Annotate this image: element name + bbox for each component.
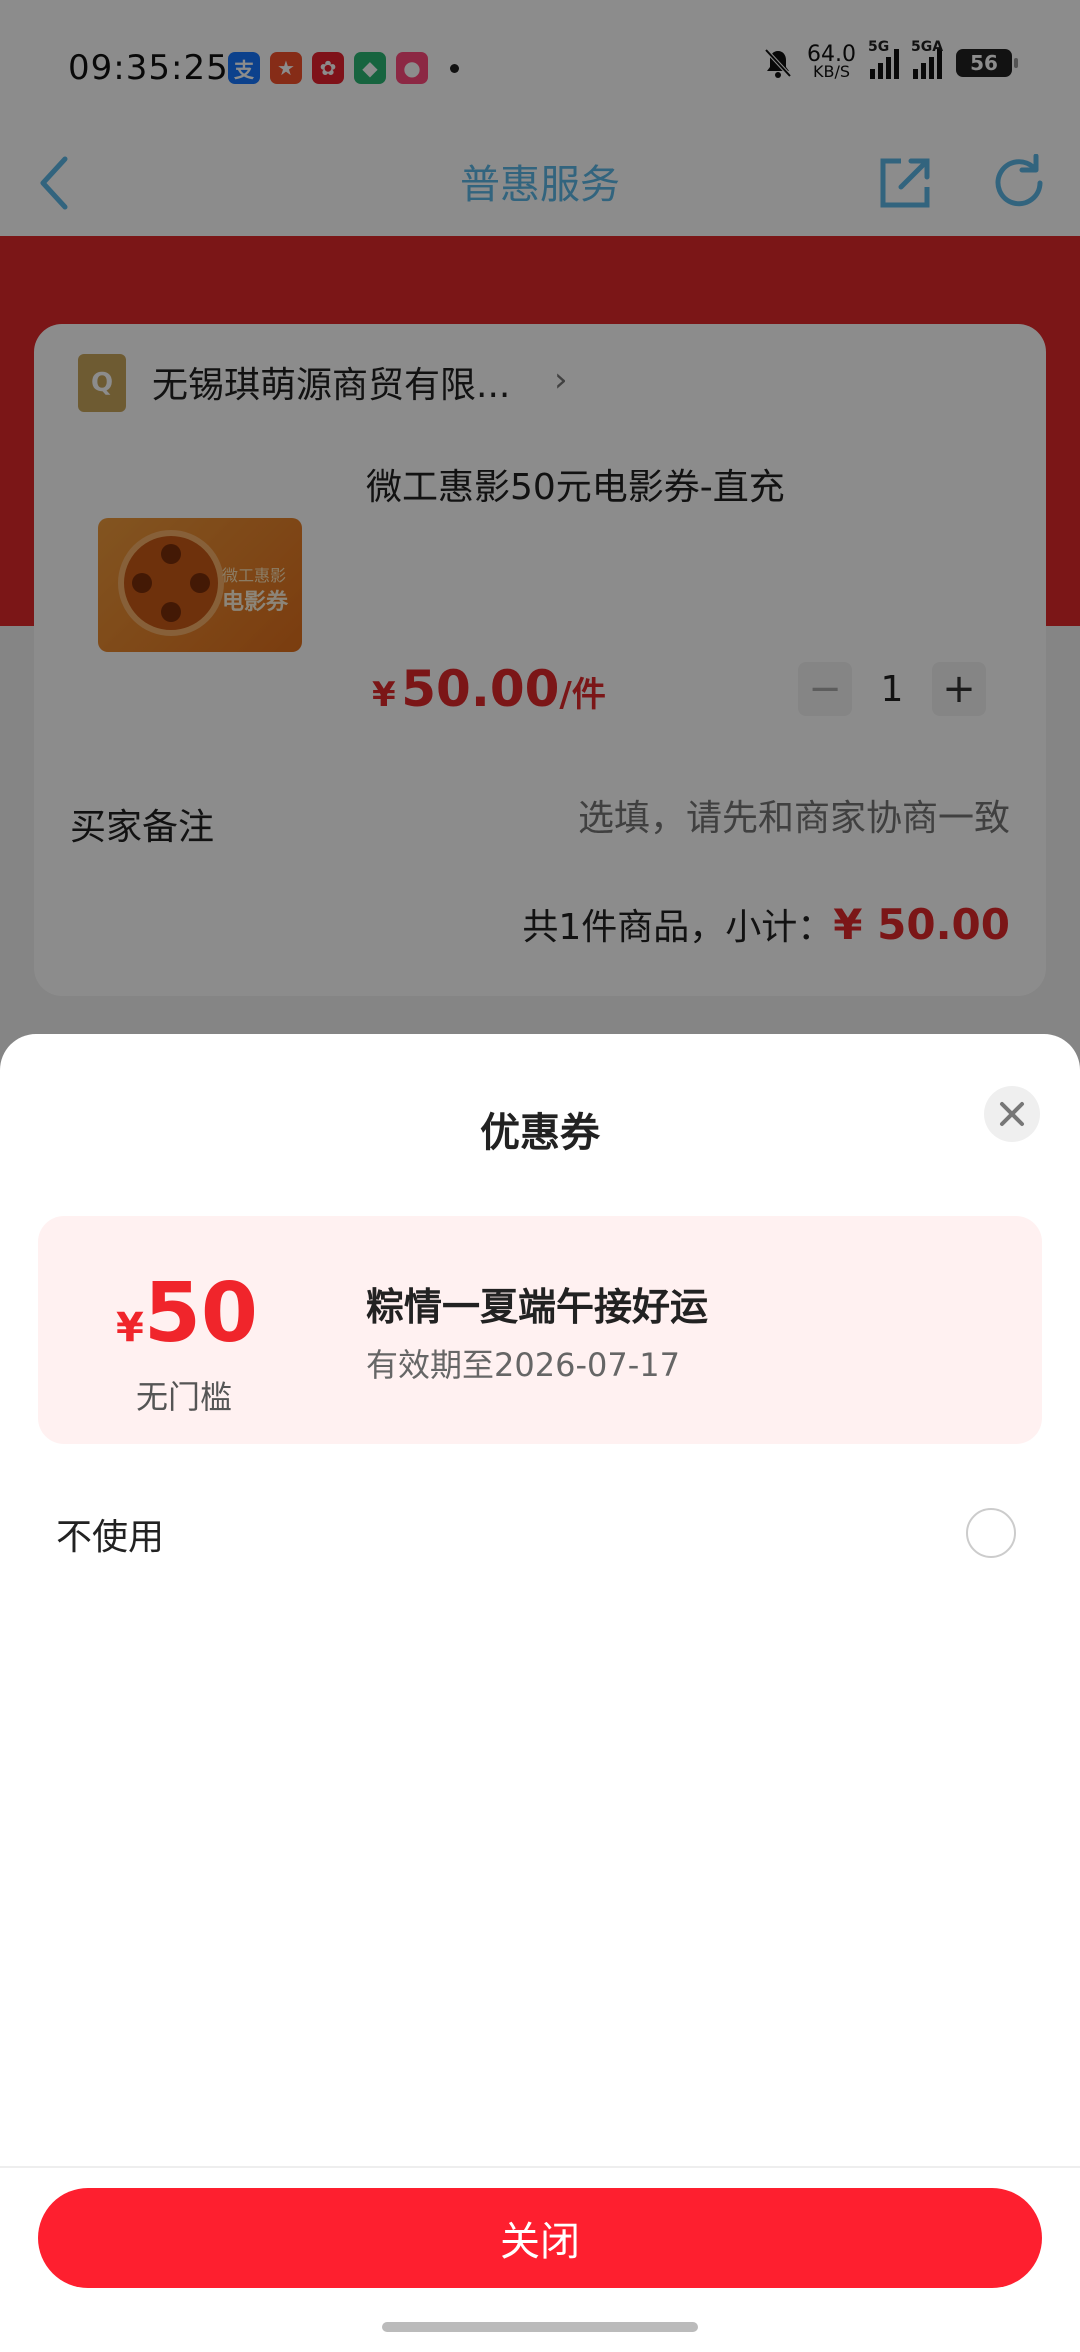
coupon-value: 50 — [143, 1266, 258, 1361]
coupon-amount: ¥50 — [116, 1266, 258, 1361]
coupon-sheet: 优惠券 ¥50 无门槛 粽情一夏端午接好运 有效期至2026-07-17 不使用… — [0, 1034, 1080, 2352]
sheet-close-button[interactable] — [984, 1086, 1040, 1142]
coupon-currency: ¥ — [116, 1305, 144, 1351]
no-coupon-label[interactable]: 不使用 — [56, 1508, 164, 1560]
no-coupon-radio[interactable] — [966, 1508, 1016, 1558]
coupon-card[interactable]: ¥50 无门槛 粽情一夏端午接好运 有效期至2026-07-17 — [38, 1216, 1042, 1444]
coupon-expiry: 有效期至2026-07-17 — [366, 1346, 680, 1384]
coupon-name: 粽情一夏端午接好运 — [366, 1285, 709, 1329]
home-indicator[interactable] — [382, 2322, 698, 2332]
footer-divider — [0, 2166, 1080, 2168]
sheet-title: 优惠券 — [480, 1110, 600, 1156]
coupon-condition: 无门槛 — [136, 1378, 233, 1416]
close-icon — [1000, 1102, 1024, 1126]
close-button[interactable]: 关闭 — [38, 2188, 1042, 2288]
